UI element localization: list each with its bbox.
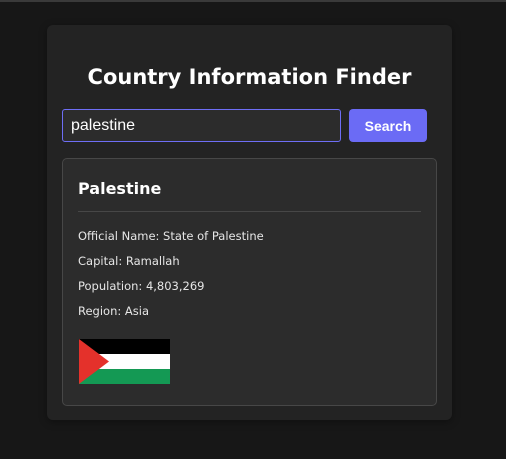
official-name-label: Official Name: bbox=[78, 229, 160, 243]
region-value: Asia bbox=[124, 304, 150, 318]
capital-line: Capital: Ramallah bbox=[78, 253, 180, 269]
app-card: Country Information Finder Search Palest… bbox=[47, 25, 452, 420]
population-line: Population: 4,803,269 bbox=[78, 278, 204, 294]
palestine-flag-icon bbox=[79, 339, 170, 384]
region-label: Region: bbox=[78, 304, 122, 318]
page-title: Country Information Finder bbox=[87, 65, 412, 89]
official-name-value: State of Palestine bbox=[163, 229, 264, 243]
capital-value: Ramallah bbox=[125, 254, 180, 268]
search-input[interactable] bbox=[62, 109, 341, 142]
window-top-border bbox=[0, 0, 506, 2]
population-value: 4,803,269 bbox=[145, 279, 205, 293]
population-label: Population: bbox=[78, 279, 143, 293]
region-line: Region: Asia bbox=[78, 303, 149, 319]
country-name: Palestine bbox=[78, 179, 162, 198]
divider bbox=[78, 211, 421, 212]
capital-label: Capital: bbox=[78, 254, 123, 268]
search-button[interactable]: Search bbox=[349, 109, 427, 142]
country-result-card: Palestine Official Name: State of Palest… bbox=[62, 158, 437, 406]
official-name-line: Official Name: State of Palestine bbox=[78, 228, 264, 244]
